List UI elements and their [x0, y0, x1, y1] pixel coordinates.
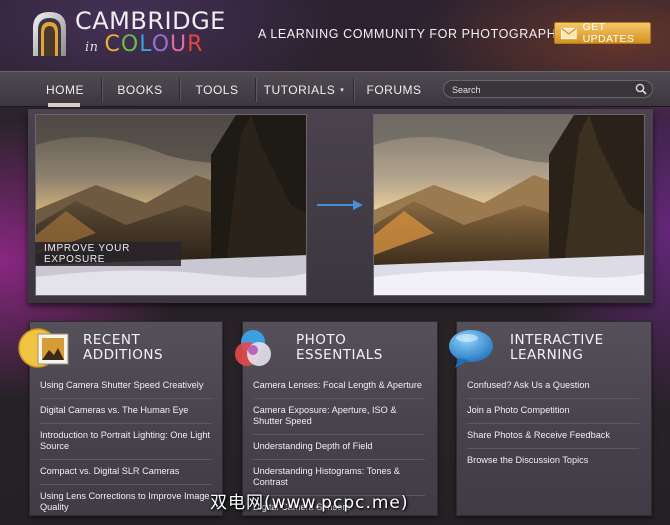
- landscape-photo-after: [374, 115, 644, 295]
- interactive-learning-title: INTERACTIVE LEARNING: [510, 333, 604, 363]
- recent-additions-card: RECENT ADDITIONS Using Camera Shutter Sp…: [18, 321, 223, 516]
- list-item[interactable]: Camera Exposure: Aperture, ISO & Shutter…: [253, 402, 425, 435]
- hero-photo-before[interactable]: [35, 114, 307, 296]
- logo-colour-letter: C: [104, 32, 121, 57]
- nav-home-label: HOME: [46, 82, 84, 97]
- logo-colour-letter: U: [170, 32, 188, 57]
- nav-item-forums[interactable]: FORUMS: [354, 72, 434, 107]
- list-item[interactable]: Camera Lenses: Focal Length & Aperture: [253, 377, 425, 399]
- get-updates-label: GET UPDATES: [582, 21, 635, 45]
- logo-subtitle: in COLOUR: [75, 34, 226, 59]
- photo-essentials-title-line1: PHOTO: [296, 332, 347, 348]
- envelope-icon: [561, 27, 577, 39]
- list-item[interactable]: Introduction to Portrait Lighting: One L…: [40, 427, 212, 460]
- search-input[interactable]: [452, 82, 622, 97]
- list-item[interactable]: Compact vs. Digital SLR Cameras: [40, 463, 212, 485]
- list-item[interactable]: Using Camera Shutter Speed Creatively: [40, 377, 212, 399]
- logo-colour-letter: L: [139, 32, 152, 57]
- nav-active-indicator: [48, 103, 80, 107]
- logo-colour-word: COLOUR: [105, 32, 204, 57]
- interactive-learning-list: Confused? Ask Us a Question Join a Photo…: [467, 377, 639, 476]
- search-box: [443, 80, 653, 98]
- interactive-learning-card: INTERACTIVE LEARNING Confused? Ask Us a …: [449, 321, 652, 516]
- rgb-circles-icon: [235, 330, 271, 366]
- list-item[interactable]: Understanding Depth of Field: [253, 438, 425, 460]
- list-item[interactable]: Join a Photo Competition: [467, 402, 639, 424]
- interactive-learning-title-line2: LEARNING: [510, 347, 584, 363]
- hero-caption[interactable]: IMPROVE YOUR EXPOSURE: [35, 242, 181, 266]
- nav-item-home[interactable]: HOME: [30, 72, 100, 107]
- recent-additions-title-line1: RECENT: [83, 332, 141, 348]
- nav-tutorials-label: TUTORIALS: [263, 82, 336, 97]
- list-item[interactable]: Confused? Ask Us a Question: [467, 377, 639, 399]
- nav-item-books[interactable]: BOOKS: [102, 72, 178, 107]
- recent-additions-title: RECENT ADDITIONS: [83, 333, 163, 363]
- site-tagline: A LEARNING COMMUNITY FOR PHOTOGRAPHERS: [258, 27, 584, 41]
- landscape-photo-before: [36, 115, 306, 295]
- photo-essentials-card: PHOTO ESSENTIALS Camera Lenses: Focal Le…: [235, 321, 438, 516]
- list-item[interactable]: Browse the Discussion Topics: [467, 452, 639, 473]
- photo-frame-icon: [18, 328, 69, 368]
- logo-title: CAMBRIDGE: [75, 7, 226, 35]
- logo-wordmark[interactable]: CAMBRIDGE in COLOUR: [75, 9, 226, 59]
- nav-forums-label: FORUMS: [366, 82, 422, 97]
- nav-item-tools[interactable]: TOOLS: [180, 72, 254, 107]
- hero-caption-text: IMPROVE YOUR EXPOSURE: [44, 243, 131, 265]
- logo-in-text: in: [85, 40, 99, 55]
- recent-additions-title-line2: ADDITIONS: [83, 347, 164, 363]
- nav-books-label: BOOKS: [117, 82, 163, 97]
- speech-bubble-icon: [449, 330, 493, 368]
- logo-icon[interactable]: [31, 10, 68, 56]
- recent-additions-list: Using Camera Shutter Speed Creatively Di…: [40, 377, 212, 523]
- search-icon[interactable]: [635, 83, 647, 95]
- nav-item-tutorials[interactable]: TUTORIALS ▾: [256, 72, 352, 107]
- logo-colour-letter: O: [120, 32, 140, 57]
- interactive-learning-title-line1: INTERACTIVE: [510, 332, 604, 348]
- site-header: CAMBRIDGE in COLOUR A LEARNING COMMUNITY …: [0, 0, 670, 72]
- list-item[interactable]: Using Lens Corrections to Improve Image …: [40, 488, 212, 520]
- logo-colour-letter: R: [187, 32, 204, 57]
- get-updates-button[interactable]: GET UPDATES: [554, 21, 651, 45]
- hero-photo-after[interactable]: [373, 114, 645, 296]
- nav-tools-label: TOOLS: [195, 82, 239, 97]
- arrow-right-icon: [317, 200, 363, 210]
- photo-essentials-title: PHOTO ESSENTIALS: [296, 333, 383, 363]
- photo-essentials-title-line2: ESSENTIALS: [296, 347, 383, 363]
- chevron-down-icon: ▾: [340, 86, 345, 94]
- list-item[interactable]: Share Photos & Receive Feedback: [467, 427, 639, 449]
- list-item[interactable]: Digital Cameras vs. The Human Eye: [40, 402, 212, 424]
- watermark-text: 双电网(www.pcpc.me): [210, 493, 409, 513]
- logo-colour-letter: O: [151, 32, 171, 57]
